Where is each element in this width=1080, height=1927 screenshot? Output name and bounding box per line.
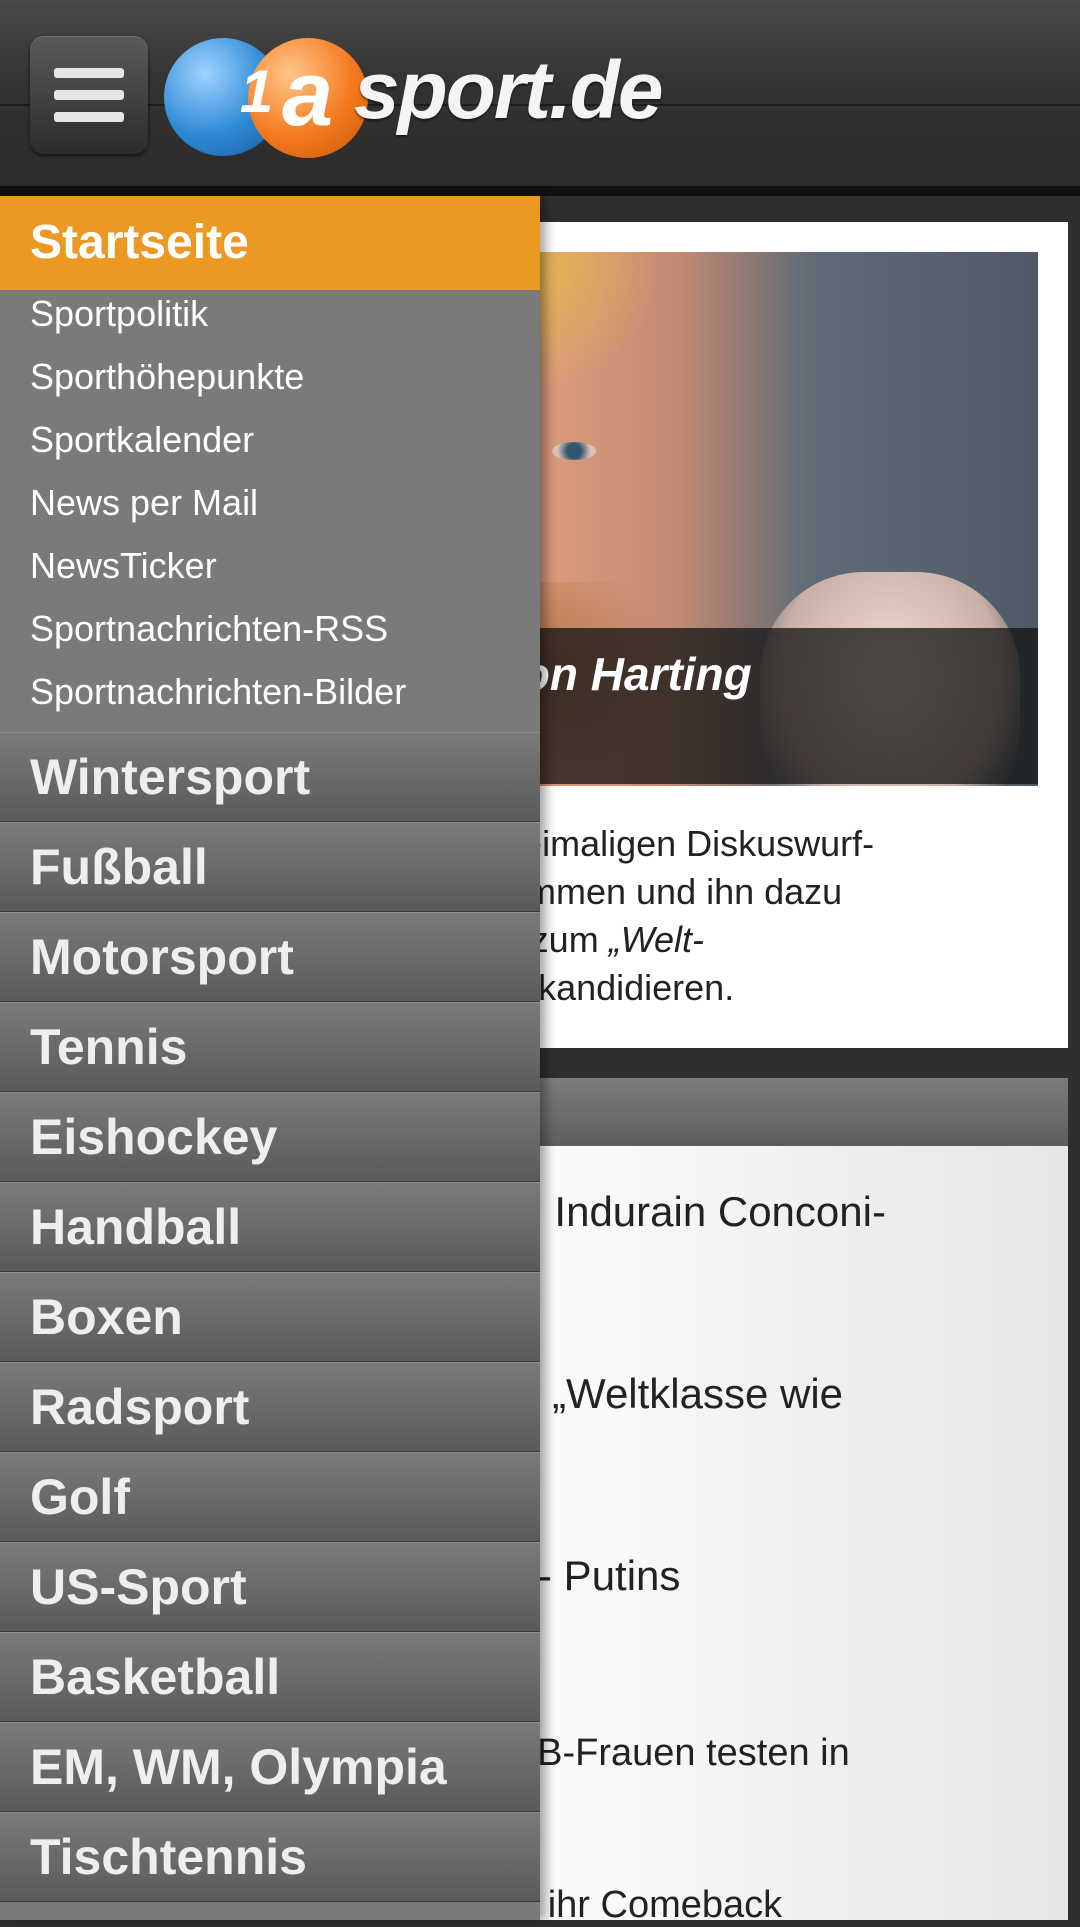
- logo-a: a: [282, 43, 334, 145]
- nav-category[interactable]: EM, WM, Olympia: [0, 1722, 540, 1812]
- hero-eye-region: [552, 442, 596, 460]
- site-logo[interactable]: 1 a sport.de: [164, 34, 704, 158]
- nav-category[interactable]: Tischtennis: [0, 1812, 540, 1902]
- nav-category[interactable]: Radsport: [0, 1362, 540, 1452]
- nav-category[interactable]: Boxen: [0, 1272, 540, 1362]
- nav-home[interactable]: Startseite: [0, 196, 540, 290]
- nav-sub-item[interactable]: Sportnachrichten-RSS: [30, 605, 388, 653]
- nav-category[interactable]: US-Sport: [0, 1542, 540, 1632]
- navigation-drawer: Startseite Sportpolitik Sporthöhepunkte …: [0, 196, 540, 1920]
- nav-category[interactable]: Motorsport: [0, 912, 540, 1002]
- teaser-italic: „Welt-: [608, 919, 705, 960]
- nav-category[interactable]: Handball: [0, 1182, 540, 1272]
- nav-category[interactable]: Fußball: [0, 822, 540, 912]
- nav-category[interactable]: Basketball: [0, 1632, 540, 1722]
- nav-category[interactable]: Tennis: [0, 1002, 540, 1092]
- logo-one: 1: [240, 58, 274, 125]
- nav-sub-item[interactable]: NewsTicker: [30, 542, 217, 590]
- hamburger-menu-button[interactable]: [30, 36, 148, 154]
- nav-category[interactable]: Wintersport: [0, 732, 540, 822]
- logo-wordmark: sport.de: [354, 45, 663, 136]
- nav-sub-item[interactable]: Sportnachrichten-Bilder: [30, 668, 406, 716]
- nav-sub-item[interactable]: Sportpolitik: [30, 290, 208, 338]
- nav-sub-item[interactable]: Sportkalender: [30, 416, 254, 464]
- nav-sub-item[interactable]: News per Mail: [30, 479, 258, 527]
- nav-category[interactable]: Eishockey: [0, 1092, 540, 1182]
- nav-category[interactable]: Golf: [0, 1452, 540, 1542]
- app-header: 1 a sport.de: [0, 0, 1080, 196]
- nav-sub-item[interactable]: Sporthöhepunkte: [30, 353, 304, 401]
